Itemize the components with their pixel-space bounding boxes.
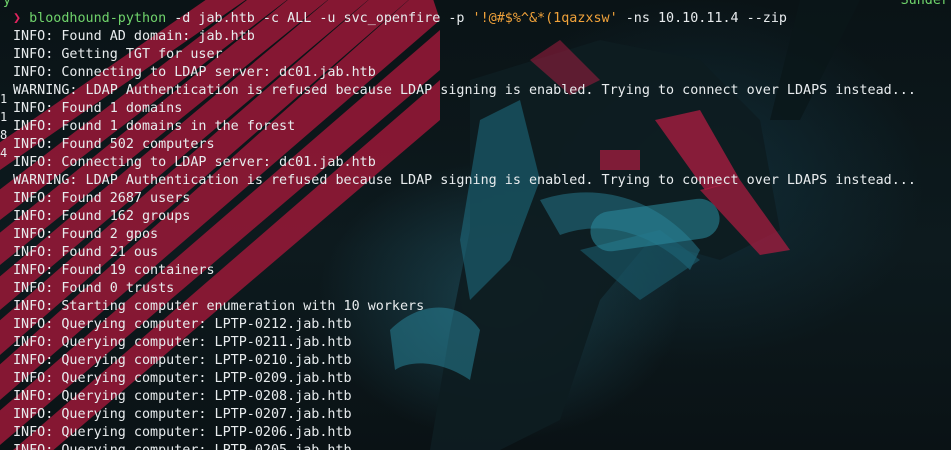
command-args: -d jab.htb -c ALL -u svc_openfire -p: [166, 11, 473, 26]
command-program: bloodhound-python: [29, 11, 167, 26]
output-line: INFO: Found 2 gpos: [13, 227, 159, 242]
side-digit: 4: [0, 146, 8, 160]
output-line: INFO: Found AD domain: jab.htb: [13, 29, 255, 44]
output-line: INFO: Querying computer: LPTP-0212.jab.h…: [13, 317, 352, 332]
output-line: INFO: Found 19 containers: [13, 263, 215, 278]
output-line: INFO: Querying computer: LPTP-0207.jab.h…: [13, 407, 352, 422]
output-line: INFO: Found 0 trusts: [13, 281, 175, 296]
side-digit: 1: [0, 92, 8, 106]
command-line: ❯ bloodhound-python -d jab.htb -c ALL -u…: [13, 10, 916, 28]
terminal-output[interactable]: ❯ bloodhound-python -d jab.htb -c ALL -u…: [13, 0, 916, 450]
output-line: INFO: Connecting to LDAP server: dc01.ja…: [13, 65, 376, 80]
previous-prompt-fragment: y: [3, 0, 12, 8]
prompt-arrow-icon: ❯: [13, 11, 22, 26]
side-digit: 8: [0, 128, 8, 142]
command-password: '!@#$%^&*(1qazxsw': [472, 11, 618, 26]
output-line: WARNING: LDAP Authentication is refused …: [13, 173, 916, 188]
output-line: INFO: Found 502 computers: [13, 137, 215, 152]
output-line: INFO: Found 162 groups: [13, 209, 191, 224]
output-line: INFO: Querying computer: LPTP-0210.jab.h…: [13, 353, 352, 368]
output-line: INFO: Found 1 domains in the forest: [13, 119, 296, 134]
output-line: INFO: Starting computer enumeration with…: [13, 299, 425, 314]
output-line: INFO: Querying computer: LPTP-0211.jab.h…: [13, 335, 352, 350]
output-line: INFO: Querying computer: LPTP-0209.jab.h…: [13, 371, 352, 386]
output-line: INFO: Querying computer: LPTP-0206.jab.h…: [13, 425, 352, 440]
side-digit: 1: [0, 110, 8, 124]
output-line: INFO: Connecting to LDAP server: dc01.ja…: [13, 155, 376, 170]
output-line: WARNING: LDAP Authentication is refused …: [13, 83, 916, 98]
output-line: INFO: Found 2687 users: [13, 191, 191, 206]
output-line: INFO: Found 21 ous: [13, 245, 159, 260]
output-line: INFO: Querying computer: LPTP-0205.jab.h…: [13, 442, 916, 450]
output-line: INFO: Querying computer: LPTP-0208.jab.h…: [13, 389, 352, 404]
terminal-window[interactable]: y Sunder 1 1 8 4 ❯ bloodhound-python -d …: [0, 0, 951, 450]
output-line: INFO: Found 1 domains: [13, 101, 183, 116]
side-digits: 1 1 8 4: [0, 90, 10, 162]
command-args-tail: -ns 10.10.11.4 --zip: [617, 11, 787, 26]
output-line: INFO: Getting TGT for user: [13, 47, 223, 62]
